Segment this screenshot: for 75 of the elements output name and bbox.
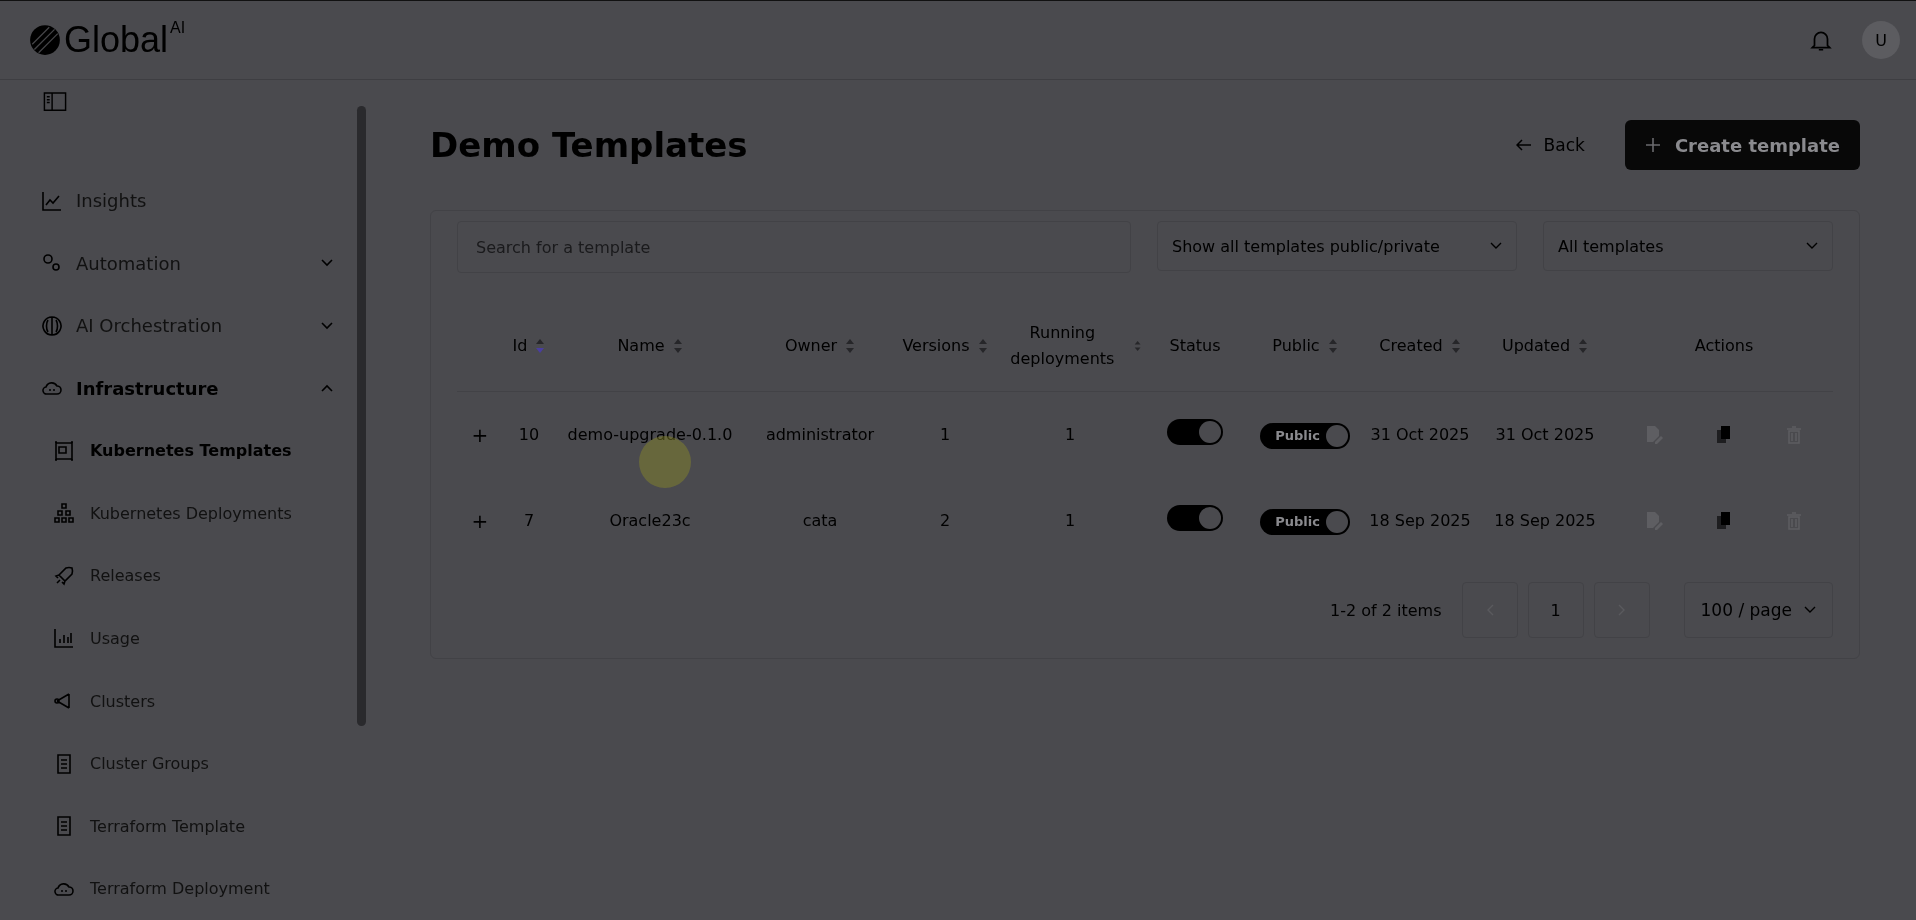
sidebar-item[interactable]: Insights <box>40 169 355 232</box>
sidebar-subitem[interactable]: Kubernetes Deployments <box>40 482 355 545</box>
table-cell-text: 18 Sep 2025 <box>1369 510 1471 533</box>
sidebar-subitem[interactable]: Terraform Template <box>40 794 355 858</box>
chevron-down-icon <box>1490 242 1502 250</box>
create-template-button[interactable]: Create template <box>1624 120 1860 170</box>
table-cell-text: 31 Oct 2025 <box>1370 424 1470 447</box>
sort-icon[interactable] <box>845 338 856 354</box>
sidebar-subitem[interactable]: Terraform Deployment <box>40 857 355 920</box>
sort-icon[interactable] <box>1450 338 1461 354</box>
page-title: Demo Templates <box>430 125 748 165</box>
arrow-left-icon <box>1515 138 1532 152</box>
table-cell: 1 <box>939 425 951 445</box>
sidebar-toggle-icon[interactable] <box>42 92 68 112</box>
status-switch[interactable] <box>1167 418 1223 445</box>
logo-superscript: AI <box>170 19 186 37</box>
globe-icon <box>40 313 64 338</box>
column-header[interactable]: Created <box>1369 333 1471 359</box>
back-button[interactable]: Back <box>1507 129 1593 161</box>
table-cell-text: 18 Sep 2025 <box>1494 510 1596 533</box>
sidebar-subitem[interactable]: Usage <box>40 607 355 670</box>
scope-dropdown[interactable]: All templates <box>1543 221 1833 271</box>
sort-icon[interactable] <box>977 338 988 354</box>
sort-icon[interactable] <box>1133 338 1141 354</box>
table-cell: demo-upgrade-0.1.0 <box>567 425 733 445</box>
sort-icon[interactable] <box>535 338 546 354</box>
frame-icon <box>52 438 76 463</box>
bar-chart-icon <box>52 626 76 651</box>
public-switch[interactable]: Public <box>1260 423 1350 449</box>
logo-text: Global <box>64 19 169 61</box>
sidebar-item[interactable]: Automation <box>40 231 355 295</box>
sort-icon[interactable] <box>1578 338 1589 354</box>
table-cell: cata <box>802 511 838 531</box>
table-cell: administrator <box>765 425 875 445</box>
column-header[interactable]: Id <box>507 333 551 359</box>
chevron-icon <box>321 384 333 393</box>
boxes-icon <box>52 501 76 526</box>
sidebar-subitem[interactable]: Cluster Groups <box>40 732 355 795</box>
chevron-down-icon <box>1806 242 1818 250</box>
table-cell: 7 <box>523 511 535 531</box>
column-header[interactable]: Name <box>559 333 741 359</box>
sidebar-subitem[interactable]: Kubernetes Templates <box>40 419 355 483</box>
sidebar-item[interactable]: Infrastructure <box>40 356 355 420</box>
column-header[interactable]: Updated <box>1479 333 1611 359</box>
sidebar-subitem[interactable]: Releases <box>40 544 355 608</box>
table-cell: 1 <box>1064 425 1076 445</box>
table-cell: 2 <box>939 511 951 531</box>
sort-icon[interactable] <box>1327 338 1338 354</box>
chevron-icon <box>321 259 333 268</box>
column-header[interactable]: Owner <box>749 333 891 359</box>
public-switch[interactable]: Public <box>1260 509 1350 535</box>
status-switch[interactable] <box>1167 504 1223 531</box>
plus-icon <box>1644 138 1661 152</box>
user-avatar[interactable]: U <box>1862 21 1900 59</box>
column-header[interactable]: Actions <box>1619 333 1829 359</box>
page-size-dropdown[interactable]: 100 / page <box>1683 582 1833 638</box>
column-header[interactable]: Running deployments <box>999 320 1141 372</box>
table-cell: 10 <box>518 425 540 445</box>
column-header[interactable]: Versions <box>899 333 991 359</box>
sort-icon[interactable] <box>672 338 683 354</box>
logo-icon <box>28 23 62 57</box>
table-cell-text: 31 Oct 2025 <box>1495 424 1595 447</box>
chevron-down-icon <box>1804 606 1816 614</box>
expand-toggle[interactable]: + <box>471 423 489 447</box>
sidebar-item[interactable]: AI Orchestration <box>40 294 355 357</box>
expand-toggle[interactable]: + <box>471 509 489 533</box>
chevron-icon <box>321 321 333 330</box>
table-cell: Oracle23c <box>609 511 691 531</box>
column-header[interactable]: Status <box>1149 333 1241 359</box>
column-header[interactable]: Public <box>1249 333 1361 359</box>
table-cell: 1 <box>1064 511 1076 531</box>
page-button[interactable]: 1 <box>1527 582 1584 638</box>
sidebar-subitem[interactable]: Clusters <box>40 669 355 733</box>
visibility-dropdown[interactable]: Show all templates public/private <box>1157 221 1517 271</box>
pagination-summary: 1-2 of 2 items <box>1330 600 1442 620</box>
